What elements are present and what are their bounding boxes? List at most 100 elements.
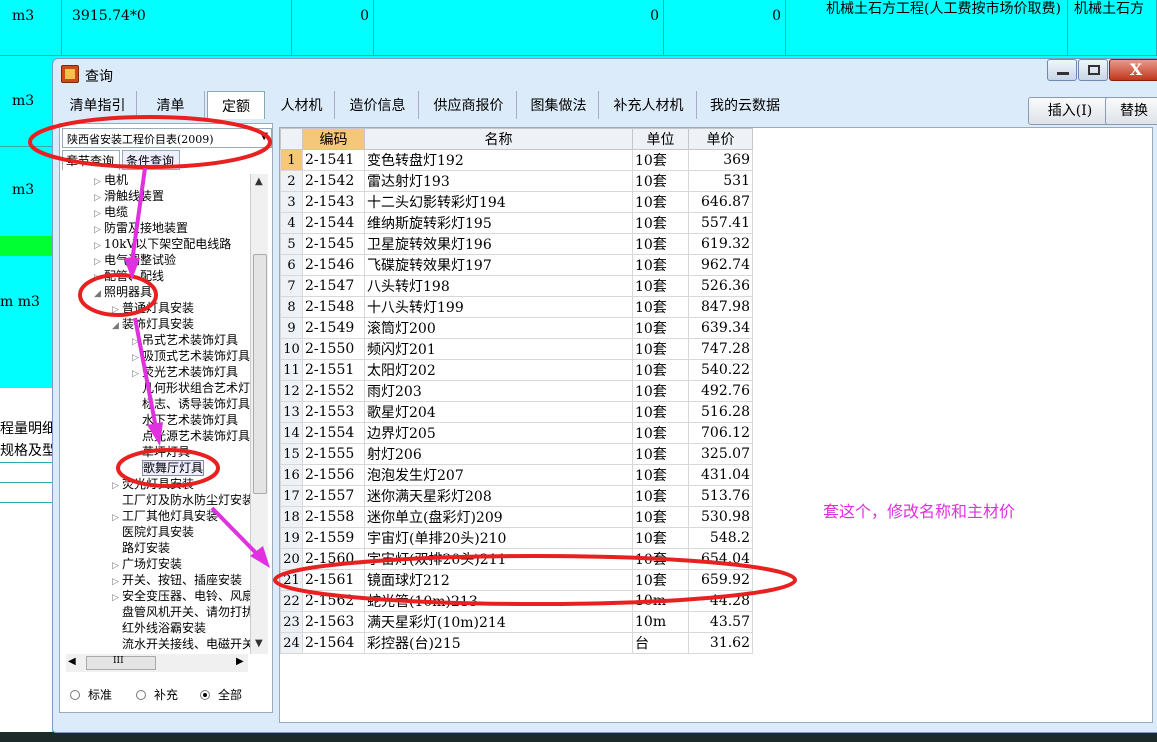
tab-bill[interactable]: 清单 [137,91,205,119]
row-number-cell[interactable]: 4 [280,212,303,234]
name-cell[interactable]: 飞碟旋转效果灯197 [364,254,633,276]
unit-cell[interactable]: 10套 [632,506,689,528]
expand-toggle-icon[interactable]: ◢ [112,318,122,334]
unit-cell[interactable]: 10套 [632,317,689,339]
tree-node[interactable]: 工厂灯及防水防尘灯安装 [112,492,250,508]
scroll-right-icon[interactable]: ▶ [236,656,244,667]
code-cell[interactable]: 2-1552 [302,380,365,402]
row-number-cell[interactable]: 22 [280,590,303,612]
tree-node[interactable]: 水下艺术装饰灯具 [132,412,238,428]
table-row[interactable]: 10 2-1550 频闪灯201 10套 747.28 [280,338,753,360]
code-cell[interactable]: 2-1562 [302,590,365,612]
table-row[interactable]: 4 2-1544 维纳斯旋转彩灯195 10套 557.41 [280,212,753,234]
bg-tab-label[interactable]: 程量明细 [0,418,52,442]
tree-node[interactable]: 红外线浴霸安装 [112,620,206,636]
code-cell[interactable]: 2-1561 [302,569,365,591]
unit-cell[interactable]: 10套 [632,212,689,234]
tree-node[interactable]: 路灯安装 [112,540,170,556]
tree-node[interactable]: ▷ 吸顶式艺术装饰灯具 [132,348,250,364]
tree-node[interactable]: ▷ 荧光灯具安装 [112,476,194,492]
price-cell[interactable]: 516.28 [688,401,753,423]
unit-cell[interactable]: 10套 [632,191,689,213]
unit-cell[interactable]: 10套 [632,296,689,318]
close-button[interactable]: X [1109,59,1157,81]
price-cell[interactable]: 747.28 [688,338,753,360]
code-cell[interactable]: 2-1563 [302,611,365,633]
maximize-button[interactable] [1078,59,1108,81]
tree-node[interactable]: 歌舞厅灯具 [132,460,205,476]
unit-cell[interactable]: 10套 [632,485,689,507]
code-cell[interactable]: 2-1550 [302,338,365,360]
replace-button[interactable]: 替换 [1105,97,1157,125]
name-cell[interactable]: 太阳灯202 [364,359,633,381]
row-number-cell[interactable]: 9 [280,317,303,339]
name-cell[interactable]: 歌星灯204 [364,401,633,423]
code-cell[interactable]: 2-1546 [302,254,365,276]
name-cell[interactable]: 镜面球灯212 [364,569,633,591]
tab-atlas-method[interactable]: 图集做法 [519,91,599,119]
table-row[interactable]: 23 2-1563 满天星彩灯(10m)214 10m 43.57 [280,611,753,633]
row-number-cell[interactable]: 16 [280,464,303,486]
name-cell[interactable]: 维纳斯旋转彩灯195 [364,212,633,234]
table-row[interactable]: 16 2-1556 泡泡发生灯207 10套 431.04 [280,464,753,486]
table-row[interactable]: 18 2-1558 迷你单立(盘彩灯)209 10套 530.98 [280,506,753,528]
tree-node[interactable]: 草坪灯具 [132,444,190,460]
code-cell[interactable]: 2-1547 [302,275,365,297]
name-cell[interactable]: 滚筒灯200 [364,317,633,339]
name-cell[interactable]: 迷你满天星彩灯208 [364,485,633,507]
title-bar[interactable]: 查询 X [53,59,1157,89]
catalog-select[interactable]: 陕西省安装工程价目表(2009) ▼ [62,128,272,148]
tree-node[interactable]: ▷ 10kV以下架空配电线路 [94,236,231,252]
tree-node[interactable]: ▷ 电机 [94,172,128,188]
name-cell[interactable]: 频闪灯201 [364,338,633,360]
row-number-cell[interactable]: 20 [280,548,303,570]
row-number-cell[interactable]: 23 [280,611,303,633]
tree-node[interactable]: 医院灯具安装 [112,524,194,540]
row-number-cell[interactable]: 13 [280,401,303,423]
table-row[interactable]: 13 2-1553 歌星灯204 10套 516.28 [280,401,753,423]
tab-cloud-data[interactable]: 我的云数据 [699,91,791,119]
row-number-cell[interactable]: 10 [280,338,303,360]
table-row[interactable]: 7 2-1547 八头转灯198 10套 526.36 [280,275,753,297]
tree-node[interactable]: ▷ 电气调整试验 [94,252,176,268]
row-number-cell[interactable]: 5 [280,233,303,255]
row-number-cell[interactable]: 15 [280,443,303,465]
name-cell[interactable]: 雨灯203 [364,380,633,402]
price-cell[interactable]: 619.32 [688,233,753,255]
unit-cell[interactable]: 10套 [632,149,689,171]
radio-standard[interactable]: 标准 [70,686,112,703]
price-cell[interactable]: 492.76 [688,380,753,402]
unit-cell[interactable]: 10套 [632,548,689,570]
unit-cell[interactable]: 台 [632,632,689,654]
row-number-cell[interactable]: 3 [280,191,303,213]
code-cell[interactable]: 2-1543 [302,191,365,213]
code-cell[interactable]: 2-1558 [302,506,365,528]
tree-node[interactable]: 几何形状组合艺术灯 [132,380,250,396]
name-cell[interactable]: 边界灯205 [364,422,633,444]
price-cell[interactable]: 847.98 [688,296,753,318]
row-number-cell[interactable]: 14 [280,422,303,444]
name-cell[interactable]: 八头转灯198 [364,275,633,297]
code-cell[interactable]: 2-1553 [302,401,365,423]
unit-cell[interactable]: 10套 [632,380,689,402]
chevron-down-icon[interactable]: ▼ [260,131,268,142]
code-cell[interactable]: 2-1542 [302,170,365,192]
scroll-left-icon[interactable]: ◀ [68,656,76,667]
tree-node[interactable]: 盘管风机开关、请勿打扰 [112,604,250,620]
row-number-cell[interactable]: 6 [280,254,303,276]
tree-node[interactable]: ▷ 吊式艺术装饰灯具 [132,332,238,348]
code-cell[interactable]: 2-1541 [302,149,365,171]
tab-supplement[interactable]: 补充人材机 [601,91,697,119]
unit-cell[interactable]: 10套 [632,359,689,381]
row-number-cell[interactable]: 18 [280,506,303,528]
price-cell[interactable]: 531 [688,170,753,192]
name-cell[interactable]: 宇宙灯(双排20头)211 [364,548,633,570]
name-cell[interactable]: 蛇光管(10m)213 [364,590,633,612]
tree-horizontal-scrollbar[interactable]: ◀ III ▶ [66,654,248,672]
row-number-cell[interactable]: 11 [280,359,303,381]
row-number-cell[interactable]: 21 [280,569,303,591]
name-cell[interactable]: 十八头转灯199 [364,296,633,318]
name-cell[interactable]: 雷达射灯193 [364,170,633,192]
unit-cell[interactable]: 10套 [632,569,689,591]
unit-cell[interactable]: 10套 [632,527,689,549]
